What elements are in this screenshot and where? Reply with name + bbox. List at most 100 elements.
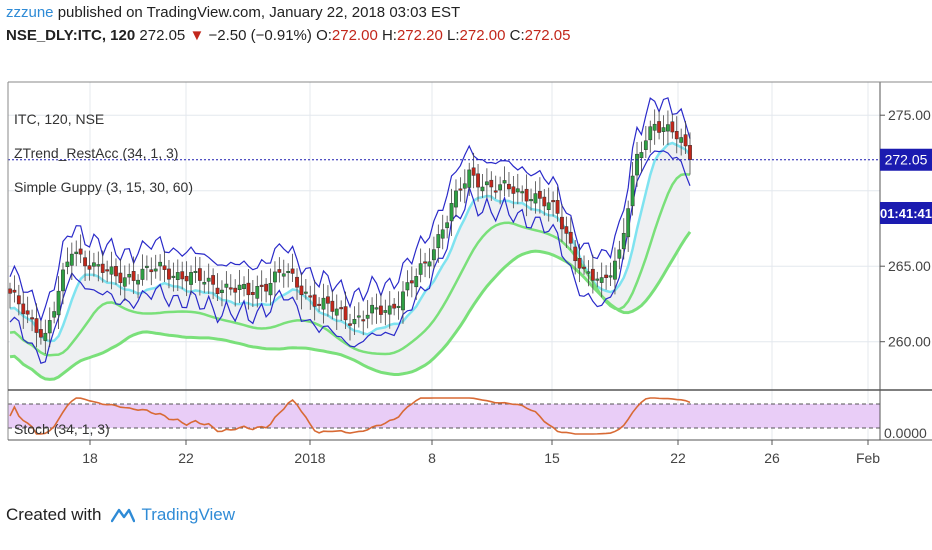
candle-body bbox=[259, 284, 264, 287]
y-tick-label: 260.00 bbox=[888, 334, 931, 350]
candle-body bbox=[639, 152, 644, 159]
candle-body bbox=[228, 287, 233, 290]
candle-body bbox=[533, 193, 538, 204]
candle-body bbox=[303, 291, 308, 294]
candle-body bbox=[149, 269, 154, 273]
candle-body bbox=[118, 272, 123, 284]
legend-ztrend: ZTrend_RestAcc (34, 1, 3) bbox=[14, 145, 178, 161]
quote-bar: NSE_DLY:ITC, 120 272.05 ▼ −2.50 (−0.91%)… bbox=[6, 27, 571, 44]
candle-body bbox=[418, 263, 423, 275]
low-label: L: bbox=[447, 27, 460, 44]
candle-body bbox=[582, 266, 586, 269]
candle-body bbox=[467, 169, 472, 188]
candle-body bbox=[683, 134, 688, 147]
candle-body bbox=[30, 317, 34, 320]
candle-body bbox=[595, 278, 600, 281]
candle-body bbox=[374, 307, 379, 310]
tradingview-logo-icon[interactable] bbox=[111, 506, 136, 524]
close-value: 272.05 bbox=[524, 27, 571, 44]
candle-body bbox=[484, 181, 489, 186]
candle-body bbox=[330, 300, 335, 312]
candle-body bbox=[268, 283, 273, 296]
x-tick-label: 2018 bbox=[294, 450, 325, 466]
candle-body bbox=[427, 261, 432, 267]
candle-body bbox=[387, 305, 392, 315]
candle-body bbox=[604, 274, 608, 278]
candle-body bbox=[405, 282, 410, 291]
footer: Created with TradingView bbox=[6, 505, 235, 525]
stoch-axis-value: 0.0000 bbox=[884, 425, 927, 441]
candle-body bbox=[648, 126, 653, 141]
candle-body bbox=[573, 246, 578, 262]
candle-body bbox=[78, 248, 83, 255]
candle-body bbox=[339, 307, 344, 310]
high-value: 272.20 bbox=[396, 27, 443, 44]
candle-body bbox=[308, 295, 313, 298]
candle-body bbox=[440, 229, 445, 239]
candle-body bbox=[661, 127, 666, 132]
price-badge: 272.05 bbox=[880, 148, 932, 171]
legend-stoch: Stoch (34, 1, 3) bbox=[14, 421, 110, 437]
candle-body bbox=[348, 323, 352, 326]
candle-body bbox=[432, 249, 436, 261]
candle-body bbox=[449, 203, 454, 222]
candle-body bbox=[343, 306, 348, 321]
candle-body bbox=[299, 285, 304, 296]
candle-body bbox=[515, 188, 520, 193]
tradingview-link[interactable]: TradingView bbox=[141, 505, 235, 525]
candle-body bbox=[688, 145, 692, 160]
candle-body bbox=[250, 292, 255, 295]
candle-body bbox=[295, 276, 299, 288]
candle-body bbox=[462, 183, 467, 189]
candle-body bbox=[334, 308, 339, 316]
candle-body bbox=[423, 261, 427, 264]
candle-body bbox=[16, 295, 21, 305]
candle-body bbox=[379, 305, 383, 315]
candle-body bbox=[39, 329, 43, 338]
candle-body bbox=[560, 216, 564, 230]
candle-body bbox=[202, 282, 207, 285]
candle-body bbox=[666, 124, 670, 132]
down-arrow-icon: ▼ bbox=[189, 27, 205, 44]
candle-body bbox=[370, 304, 374, 314]
candle-body bbox=[670, 121, 675, 133]
candle-body bbox=[489, 179, 494, 188]
candle-body bbox=[674, 131, 679, 140]
author-link[interactable]: zzzune bbox=[6, 4, 54, 21]
candle-body bbox=[122, 277, 127, 287]
candle-body bbox=[383, 310, 388, 313]
candle-body bbox=[96, 264, 101, 267]
candle-body bbox=[586, 271, 591, 274]
candle-body bbox=[180, 271, 185, 280]
candle-body bbox=[507, 183, 511, 190]
price-chart[interactable]: 275.00 265.00 260.00 18 22 2018 8 15 22 26 Feb IT… bbox=[0, 56, 932, 476]
candle-body bbox=[524, 188, 529, 202]
legend-guppy: Simple Guppy (3, 15, 30, 60) bbox=[14, 179, 193, 195]
close-label: C: bbox=[509, 27, 525, 44]
candle-body bbox=[617, 249, 622, 259]
candle-body bbox=[127, 273, 132, 278]
price-change: −2.50 (−0.91%) bbox=[208, 27, 312, 44]
candle-body bbox=[158, 261, 163, 267]
candle-body bbox=[21, 303, 26, 315]
candle-body bbox=[105, 269, 110, 272]
y-tick-label: 265.00 bbox=[888, 258, 931, 274]
candle-body bbox=[568, 231, 573, 244]
candle-body bbox=[171, 275, 176, 278]
x-tick-label: 8 bbox=[428, 450, 436, 466]
candle-body bbox=[87, 265, 92, 270]
x-tick-label: 18 bbox=[82, 450, 98, 466]
candle-body bbox=[220, 289, 224, 294]
x-tick-label: 22 bbox=[178, 450, 194, 466]
candle-body bbox=[206, 277, 211, 282]
chart-area[interactable]: 275.00 265.00 260.00 18 22 2018 8 15 22 26 Feb IT… bbox=[0, 56, 932, 476]
candle-body bbox=[520, 191, 525, 194]
candle-body bbox=[401, 291, 405, 311]
candle-body bbox=[498, 184, 503, 191]
candle-body bbox=[546, 202, 551, 210]
candle-body bbox=[577, 258, 582, 269]
svg-text:01:41:41: 01:41:41 bbox=[880, 206, 932, 221]
created-with-label: Created with bbox=[6, 505, 102, 524]
candle-body bbox=[396, 305, 401, 308]
candle-body bbox=[317, 303, 321, 306]
